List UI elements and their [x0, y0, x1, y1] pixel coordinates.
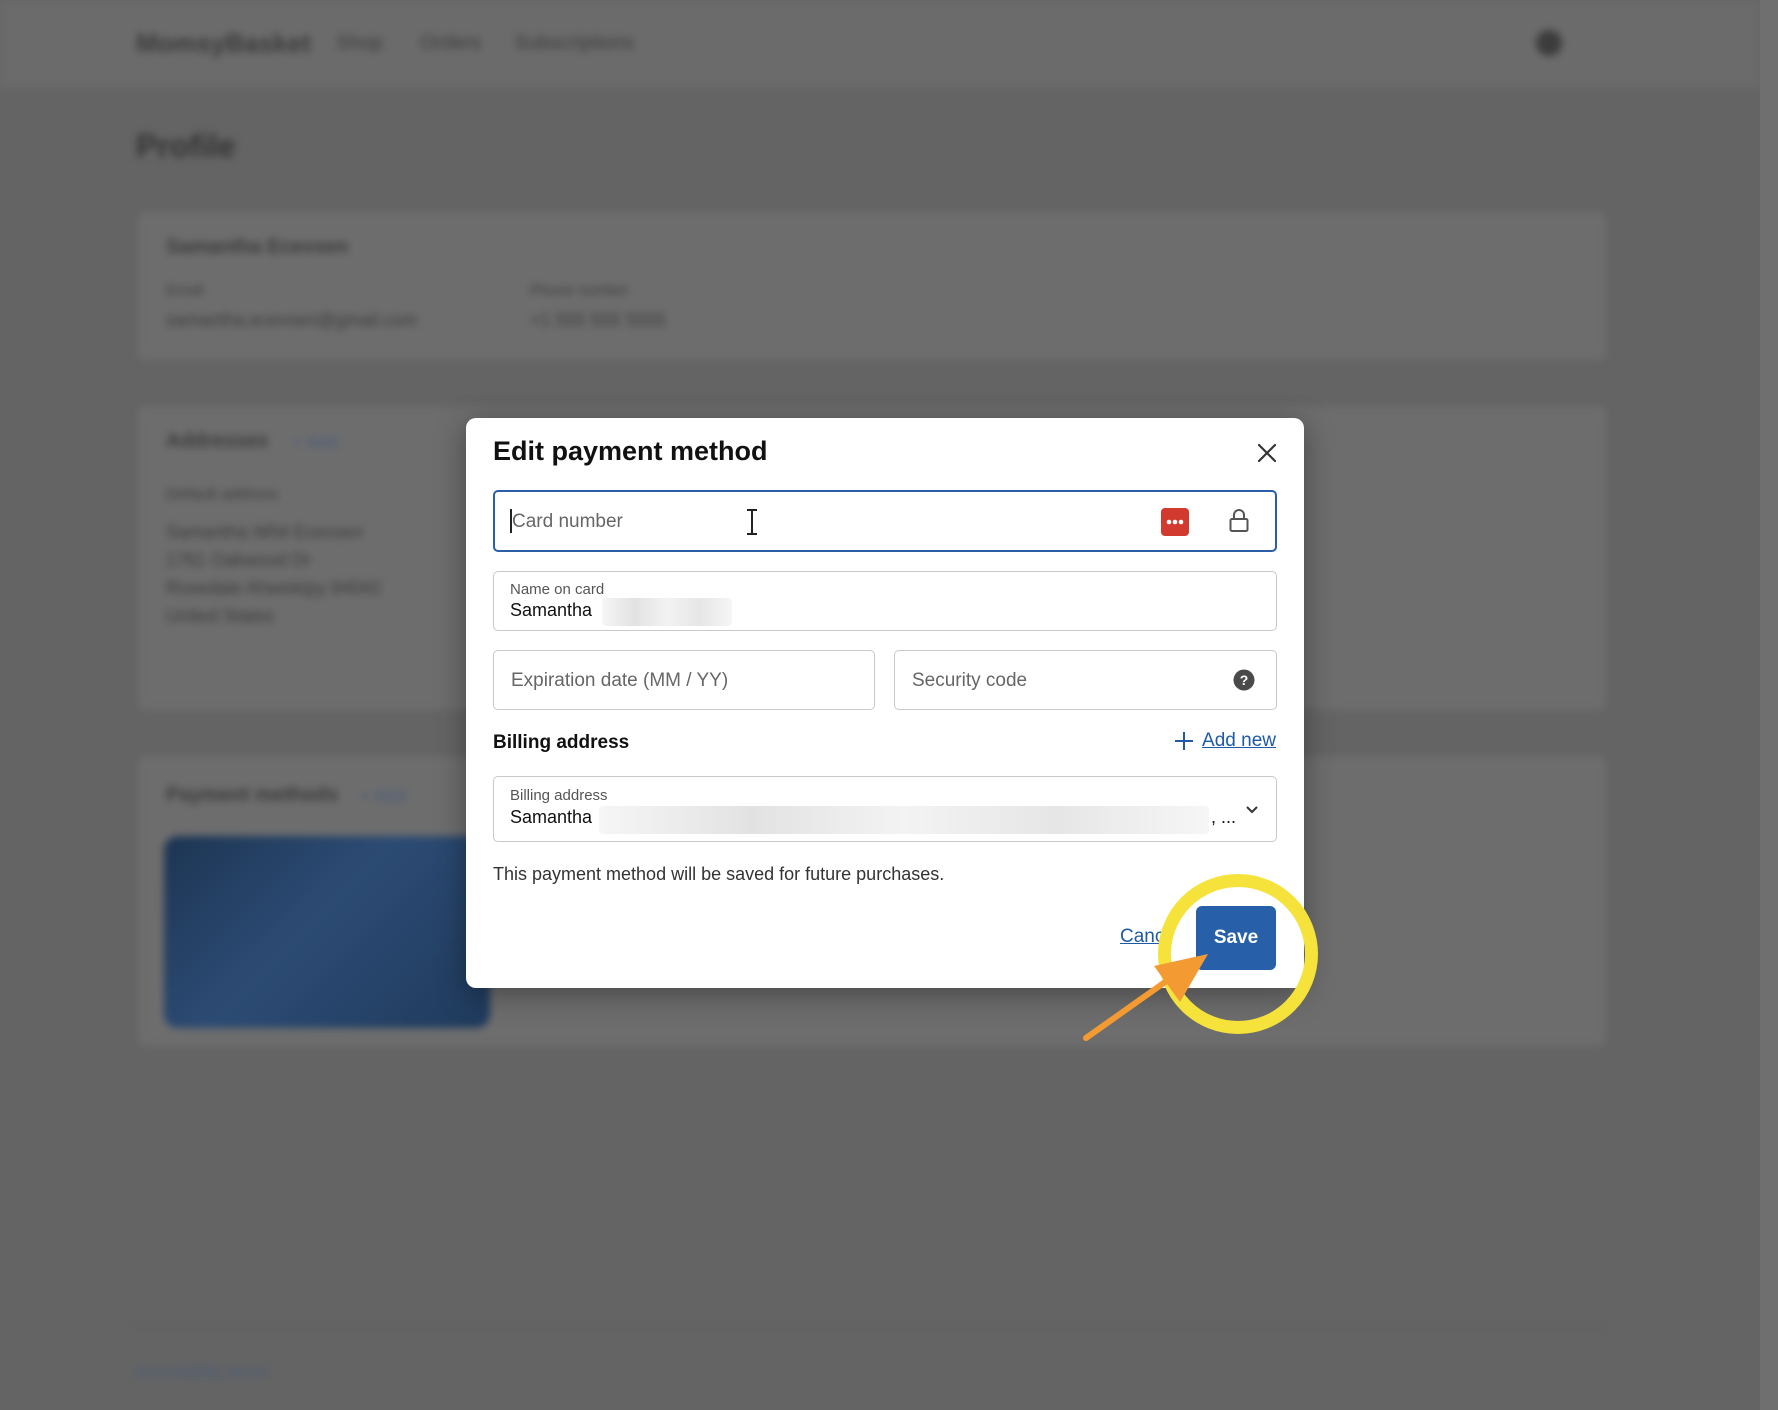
modal-title: Edit payment method: [493, 436, 768, 466]
help-icon[interactable]: ?: [1233, 669, 1255, 691]
top-nav-bar: MomsyBasket Shop Orders Subscriptions: [0, 0, 1760, 88]
default-address-label: Default address: [166, 486, 279, 503]
scrollbar[interactable]: [1760, 0, 1778, 1410]
phone-label: Phone number: [530, 282, 629, 299]
billing-section-label: Billing address: [493, 732, 630, 753]
card-number-placeholder: Card number: [512, 511, 623, 532]
password-manager-icon[interactable]: [1161, 508, 1189, 536]
close-icon: [1257, 443, 1277, 463]
name-on-card-field[interactable]: Name on card Samantha: [493, 571, 1277, 631]
add-new-address-link[interactable]: Add new: [1202, 730, 1276, 752]
edit-payment-modal: Edit payment method Card number Name on …: [466, 418, 1304, 988]
payment-methods-title: Payment methods: [166, 784, 339, 806]
security-code-placeholder: Security code: [912, 670, 1028, 691]
cancel-button[interactable]: Cancel: [1120, 926, 1166, 948]
save-button[interactable]: Save: [1196, 906, 1276, 970]
nav-orders[interactable]: Orders: [420, 32, 481, 55]
card-number-field[interactable]: Card number: [493, 490, 1277, 552]
name-on-card-label: Name on card: [510, 581, 605, 598]
lock-icon: [1229, 509, 1249, 532]
addresses-title: Addresses: [166, 430, 269, 452]
nav-subscriptions[interactable]: Subscriptions: [514, 32, 634, 55]
page-title: Profile: [136, 128, 236, 164]
account-card: Samantha Ecevsen Email samantha.ecevsen@…: [138, 212, 1606, 360]
footer-link[interactable]: Accessibility terms: [136, 1364, 268, 1382]
text-cursor-icon: [747, 509, 757, 535]
email-label: Email: [166, 282, 204, 299]
nav-shop[interactable]: Shop: [336, 32, 383, 55]
save-note: This payment method will be saved for fu…: [493, 864, 945, 884]
address-line: Rosedale Ahwiskipy 84042: [166, 578, 382, 598]
billing-select-label: Billing address: [510, 787, 608, 804]
email-value: samantha.ecevsen@gmail.com: [166, 310, 418, 330]
address-line: 1761 Oakwood Dr: [166, 550, 312, 570]
account-name: Samantha Ecevsen: [166, 236, 349, 258]
plus-icon[interactable]: [1174, 731, 1194, 751]
payment-add-link[interactable]: + Add: [360, 786, 407, 807]
svg-text:?: ?: [1240, 672, 1249, 688]
close-button[interactable]: [1252, 438, 1282, 468]
security-code-field[interactable]: Security code ?: [894, 650, 1277, 710]
brand-logo[interactable]: MomsyBasket: [136, 28, 311, 59]
billing-select-value: Samantha: [510, 807, 593, 827]
expiration-placeholder: Expiration date (MM / YY): [511, 670, 729, 691]
phone-value: +1 555 555 5555: [530, 310, 666, 330]
redacted-surname: [602, 598, 732, 626]
redacted-address: [599, 806, 1209, 834]
chevron-down-icon: [1246, 806, 1258, 814]
billing-address-select[interactable]: Billing address Samantha , ...: [493, 776, 1277, 842]
addresses-add-link[interactable]: + Add: [292, 432, 339, 453]
expiration-date-field[interactable]: Expiration date (MM / YY): [493, 650, 875, 710]
account-avatar[interactable]: [1536, 30, 1562, 56]
name-on-card-value: Samantha: [510, 600, 593, 620]
address-line: United States: [166, 606, 275, 626]
saved-card-image[interactable]: [164, 836, 490, 1028]
footer-divider: [136, 1326, 1606, 1327]
address-line: Samantha Whit Ecevsen: [166, 522, 364, 542]
billing-select-ellipsis: , ...: [1211, 807, 1237, 827]
